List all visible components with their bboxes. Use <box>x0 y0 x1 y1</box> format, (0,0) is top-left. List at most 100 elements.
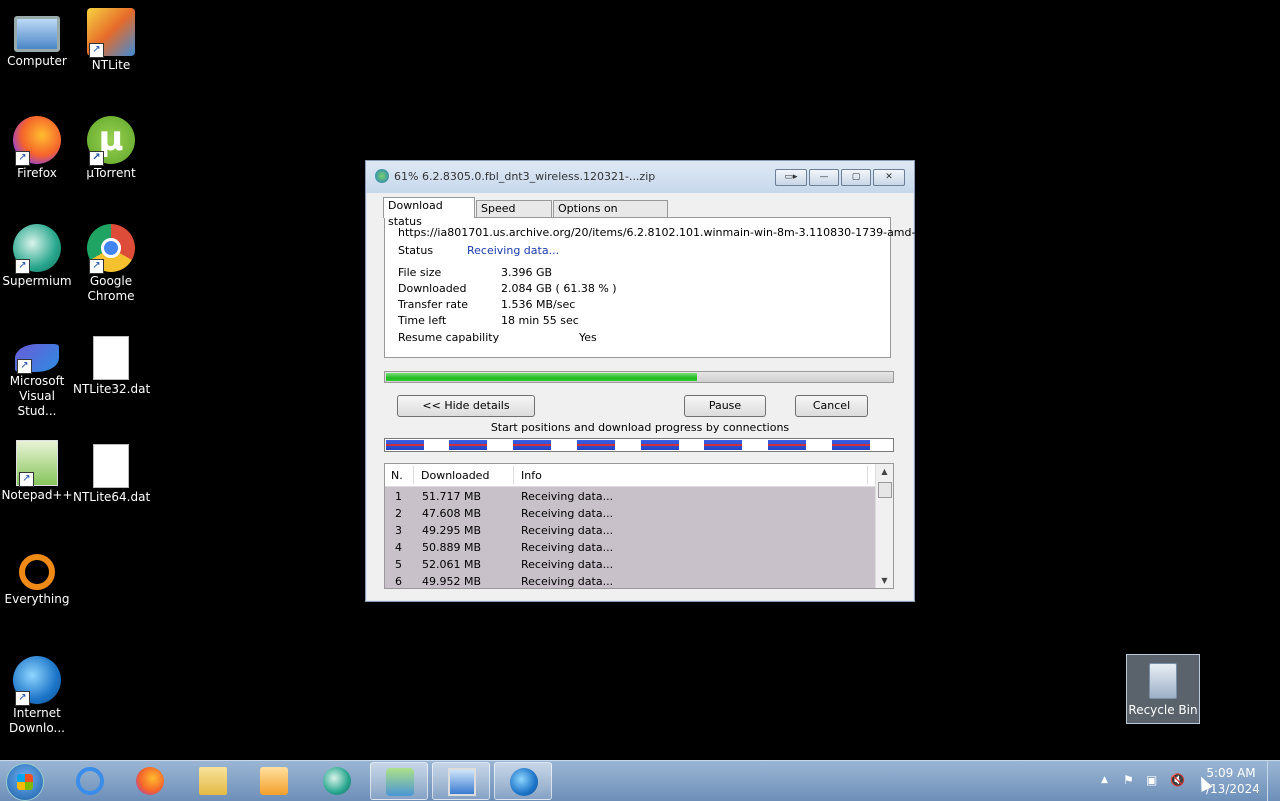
list-item[interactable]: 4 50.889 MB Receiving data... <box>385 539 875 556</box>
cell-n: 4 <box>395 541 402 554</box>
connections-list[interactable]: N. Downloaded Info 1 51.717 MB Receiving… <box>384 463 894 589</box>
list-item[interactable]: 1 51.717 MB Receiving data... <box>385 488 875 505</box>
list-item[interactable]: 3 49.295 MB Receiving data... <box>385 522 875 539</box>
cell-downloaded: 51.717 MB <box>422 490 482 503</box>
chrome-icon: ↗ <box>87 224 135 274</box>
progress-fill <box>386 373 697 381</box>
desktop-icon-label: Notepad++ <box>1 488 73 502</box>
desktop-icon-computer[interactable]: Computer <box>0 8 75 69</box>
window-title: 61% 6.2.8305.0.fbl_dnt3_wireless.120321-… <box>394 170 656 183</box>
pause-button[interactable]: Pause <box>684 395 766 417</box>
list-item[interactable]: 5 52.061 MB Receiving data... <box>385 556 875 573</box>
column-header-n[interactable]: N. <box>391 469 403 482</box>
desktop-icon-ntlite[interactable]: ↗ NTLite <box>73 8 149 73</box>
cancel-button[interactable]: Cancel <box>795 395 868 417</box>
desktop-icon-chrome[interactable]: ↗ Google Chrome <box>73 224 149 304</box>
list-scrollbar[interactable]: ▲ ▼ <box>875 464 893 588</box>
connection-segment <box>513 440 551 450</box>
desktop-icon-utorrent[interactable]: µ ↗ µTorrent <box>73 116 149 181</box>
status-value: Receiving data... <box>467 244 560 257</box>
users-icon <box>386 768 414 796</box>
scroll-down-icon[interactable]: ▼ <box>876 576 893 585</box>
desktop-icon-label: Internet <box>13 706 61 720</box>
desktop-icon-firefox[interactable]: ↗ Firefox <box>0 116 75 181</box>
maximize-button[interactable]: ▢ <box>841 169 871 186</box>
tab-options-on-completion[interactable]: Options on completion <box>553 200 668 231</box>
list-item[interactable]: 6 49.952 MB Receiving data... <box>385 573 875 588</box>
computer-icon <box>14 16 60 52</box>
desktop-icon-label: Microsoft <box>9 374 65 388</box>
volume-muted-icon[interactable]: 🔇 <box>1170 773 1185 787</box>
everything-icon <box>19 554 55 590</box>
desktop-icon-recycle-bin[interactable]: Recycle Bin <box>1126 654 1200 724</box>
cell-info: Receiving data... <box>521 490 614 503</box>
cell-n: 6 <box>395 575 402 588</box>
connection-segment <box>832 440 870 450</box>
hide-details-button[interactable]: << Hide details <box>397 395 535 417</box>
taskbar-app-users[interactable] <box>370 762 428 800</box>
ntlite-icon: ↗ <box>87 8 135 58</box>
desktop-icon-visual-studio[interactable]: ↗ Microsoft Visual Stud... <box>0 332 75 419</box>
list-body: 1 51.717 MB Receiving data... 2 47.608 M… <box>385 487 875 588</box>
title-bar[interactable]: 61% 6.2.8305.0.fbl_dnt3_wireless.120321-… <box>366 161 914 193</box>
cell-info: Receiving data... <box>521 575 614 588</box>
taskbar-explorer[interactable] <box>184 762 242 800</box>
minimize-button[interactable]: — <box>809 169 839 186</box>
connections-label: Start positions and download progress by… <box>490 421 790 434</box>
list-item[interactable]: 2 47.608 MB Receiving data... <box>385 505 875 522</box>
field-value: 18 min 55 sec <box>501 314 579 327</box>
action-center-flag-icon[interactable]: ⚑ <box>1123 773 1134 787</box>
field-label: Resume capability <box>398 331 500 344</box>
desktop-icon-label: Computer <box>7 54 67 68</box>
cell-downloaded: 47.608 MB <box>422 507 482 520</box>
network-icon[interactable]: ▣ <box>1146 773 1157 787</box>
connection-segment <box>577 440 615 450</box>
desktop-icon-notepadpp[interactable]: ↗ Notepad++ <box>0 440 75 503</box>
show-hidden-icons-icon[interactable]: ▲ <box>1101 775 1108 785</box>
notepadpp-icon: ↗ <box>16 440 58 487</box>
taskbar-firefox[interactable] <box>121 762 179 800</box>
shortcut-arrow-icon: ↗ <box>15 691 30 706</box>
taskbar-app-monitor[interactable] <box>432 762 490 800</box>
column-header-downloaded[interactable]: Downloaded <box>421 469 489 482</box>
field-label: Downloaded <box>398 282 467 295</box>
column-header-info[interactable]: Info <box>521 469 542 482</box>
field-value: Yes <box>579 331 597 344</box>
shortcut-arrow-icon: ↗ <box>15 151 30 166</box>
utorrent-icon: µ ↗ <box>87 116 135 166</box>
tab-download-status[interactable]: Download status <box>383 197 475 228</box>
idm-icon: ↗ <box>13 656 61 706</box>
clock[interactable]: 5:09 AM /13/2024 <box>1206 765 1260 797</box>
shortcut-arrow-icon: ↗ <box>17 359 32 374</box>
desktop-icon-label: NTLite32.dat <box>73 382 151 396</box>
desktop-icon-supermium[interactable]: ↗ Supermium <box>0 224 75 289</box>
folder-icon <box>199 767 227 795</box>
desktop-icon-ntlite32[interactable]: NTLite32.dat <box>73 332 151 397</box>
taskbar-media-player[interactable] <box>245 762 303 800</box>
scroll-thumb[interactable] <box>878 482 892 498</box>
list-header: N. Downloaded Info <box>385 464 875 487</box>
visual-studio-icon: ↗ <box>15 344 59 374</box>
cell-n: 5 <box>395 558 402 571</box>
cell-info: Receiving data... <box>521 541 614 554</box>
desktop-icon-label: Chrome <box>87 289 135 303</box>
taskbar: ▲ ⚑ ▣ 🔇 5:09 AM /13/2024 <box>0 760 1280 801</box>
desktop-icon-ntlite64[interactable]: NTLite64.dat <box>73 440 150 505</box>
start-button[interactable] <box>6 763 44 801</box>
cell-n: 3 <box>395 524 402 537</box>
taskbar-internet-explorer[interactable] <box>61 762 119 800</box>
taskbar-idm[interactable] <box>494 762 552 800</box>
desktop-icon-idm[interactable]: ↗ Internet Downlo... <box>0 656 75 736</box>
tab-speed-limiter[interactable]: Speed Limiter <box>476 200 552 231</box>
desktop-icon-label: Everything <box>4 592 70 606</box>
download-window: 61% 6.2.8305.0.fbl_dnt3_wireless.120321-… <box>365 160 944 602</box>
close-button[interactable]: ✕ <box>873 169 905 186</box>
download-url: https://ia801701.us.archive.org/20/items… <box>398 226 945 239</box>
download-status-panel: https://ia801701.us.archive.org/20/items… <box>384 217 944 358</box>
send-to-tray-button[interactable]: ▭▸ <box>775 169 807 186</box>
show-desktop-button[interactable] <box>1267 761 1280 801</box>
scroll-up-icon[interactable]: ▲ <box>876 467 893 476</box>
connection-segment <box>449 440 487 450</box>
taskbar-supermium[interactable] <box>308 762 366 800</box>
desktop-icon-everything[interactable]: Everything <box>0 548 75 607</box>
